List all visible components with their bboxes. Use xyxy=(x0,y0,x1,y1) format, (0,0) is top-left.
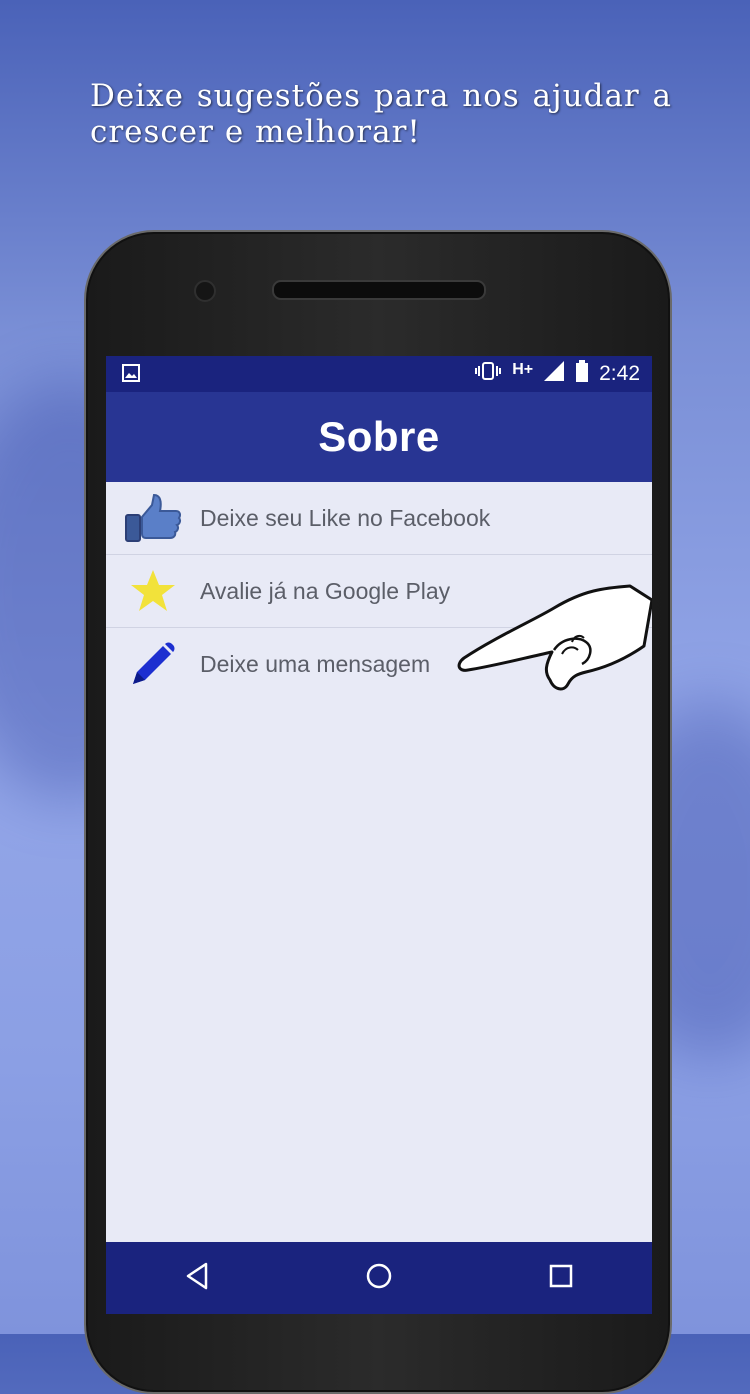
phone-frame: H+ 2:42 Sobre Deixe seu Like no Facebook… xyxy=(84,230,672,1394)
promo-caption: Deixe sugestões para nos ajudar a cresce… xyxy=(90,78,672,150)
clock: 2:42 xyxy=(599,362,640,385)
recents-icon[interactable] xyxy=(546,1261,576,1296)
phone-screen: H+ 2:42 Sobre Deixe seu Like no Facebook… xyxy=(106,356,652,1314)
pencil-icon xyxy=(106,640,200,688)
signal-icon xyxy=(543,360,565,388)
front-camera xyxy=(194,280,216,302)
network-type: H+ xyxy=(512,361,534,378)
vibrate-icon xyxy=(474,361,502,387)
earpiece-speaker xyxy=(272,280,486,300)
menu-item-label: Avalie já na Google Play xyxy=(200,577,451,604)
menu-item-label: Deixe seu Like no Facebook xyxy=(200,504,491,531)
battery-icon xyxy=(575,360,589,388)
image-notification-icon xyxy=(122,364,140,388)
menu-item-label: Deixe uma mensagem xyxy=(200,650,431,677)
system-nav-bar xyxy=(106,1242,652,1314)
home-icon[interactable] xyxy=(364,1261,394,1296)
status-bar: H+ 2:42 xyxy=(106,356,652,392)
back-icon[interactable] xyxy=(182,1261,212,1296)
star-icon xyxy=(106,568,200,614)
page-title: Sobre xyxy=(318,413,440,460)
menu-item-facebook[interactable]: Deixe seu Like no Facebook xyxy=(106,482,652,555)
thumbs-up-icon xyxy=(106,493,200,543)
app-bar: Sobre xyxy=(106,392,652,482)
pointing-hand-icon xyxy=(454,580,652,715)
